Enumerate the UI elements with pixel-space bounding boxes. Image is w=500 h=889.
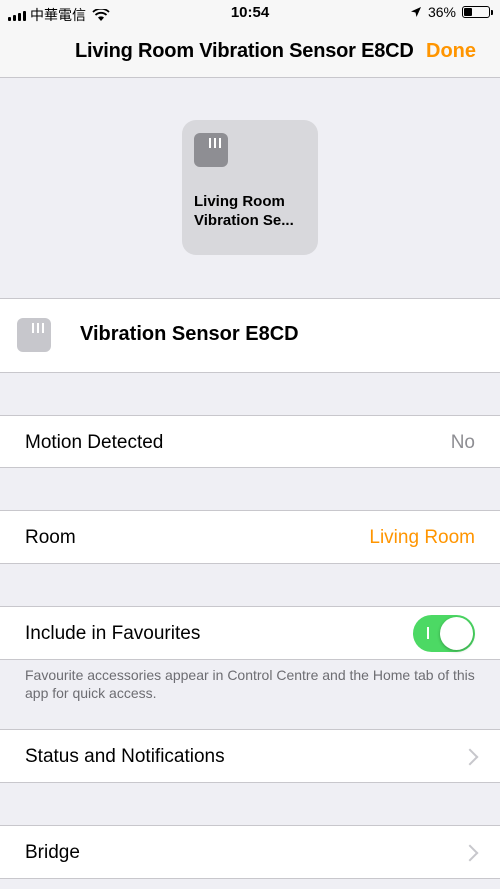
battery-percent: 36%	[427, 4, 456, 20]
favourites-label: Include in Favourites	[25, 623, 201, 644]
status-notifications-row[interactable]: Status and Notifications	[0, 729, 500, 783]
status-right: 36%	[410, 4, 493, 20]
nav-bar: Living Room Vibration Sensor E8CD Done	[0, 26, 500, 78]
toggle-on-mark	[427, 627, 429, 639]
tile-name: Living Room Vibration Se...	[194, 193, 294, 229]
page-title: Living Room Vibration Sensor E8CD	[75, 40, 414, 62]
chevron-right-icon	[461, 844, 479, 862]
motion-detected-value: No	[450, 432, 475, 453]
bridge-row[interactable]: Bridge	[0, 825, 500, 879]
battery-fill	[464, 8, 472, 16]
sensor-icon	[17, 318, 51, 352]
toggle-knob	[440, 617, 473, 650]
favourites-row: Include in Favourites	[0, 606, 500, 660]
device-name[interactable]: Vibration Sensor E8CD	[80, 323, 299, 346]
chevron-right-icon	[461, 748, 479, 766]
motion-detected-label: Motion Detected	[25, 432, 164, 453]
device-name-row[interactable]: Vibration Sensor E8CD	[0, 298, 500, 373]
bridge-label: Bridge	[25, 842, 80, 863]
accessory-tile[interactable]: Living Room Vibration Se...	[182, 120, 318, 255]
room-row[interactable]: Room Living Room	[0, 510, 500, 564]
favourites-toggle[interactable]	[413, 615, 475, 652]
motion-detected-row: Motion Detected No	[0, 415, 500, 468]
status-notifications-label: Status and Notifications	[25, 746, 225, 767]
battery-icon	[462, 6, 493, 18]
favourites-footer: Favourite accessories appear in Control …	[25, 667, 475, 701]
room-label: Room	[25, 527, 76, 548]
sensor-icon	[194, 133, 228, 167]
done-button[interactable]: Done	[426, 40, 476, 63]
location-arrow-icon	[410, 7, 421, 17]
status-bar: 中華電信 10:54 36%	[0, 0, 500, 26]
room-value[interactable]: Living Room	[369, 527, 475, 549]
